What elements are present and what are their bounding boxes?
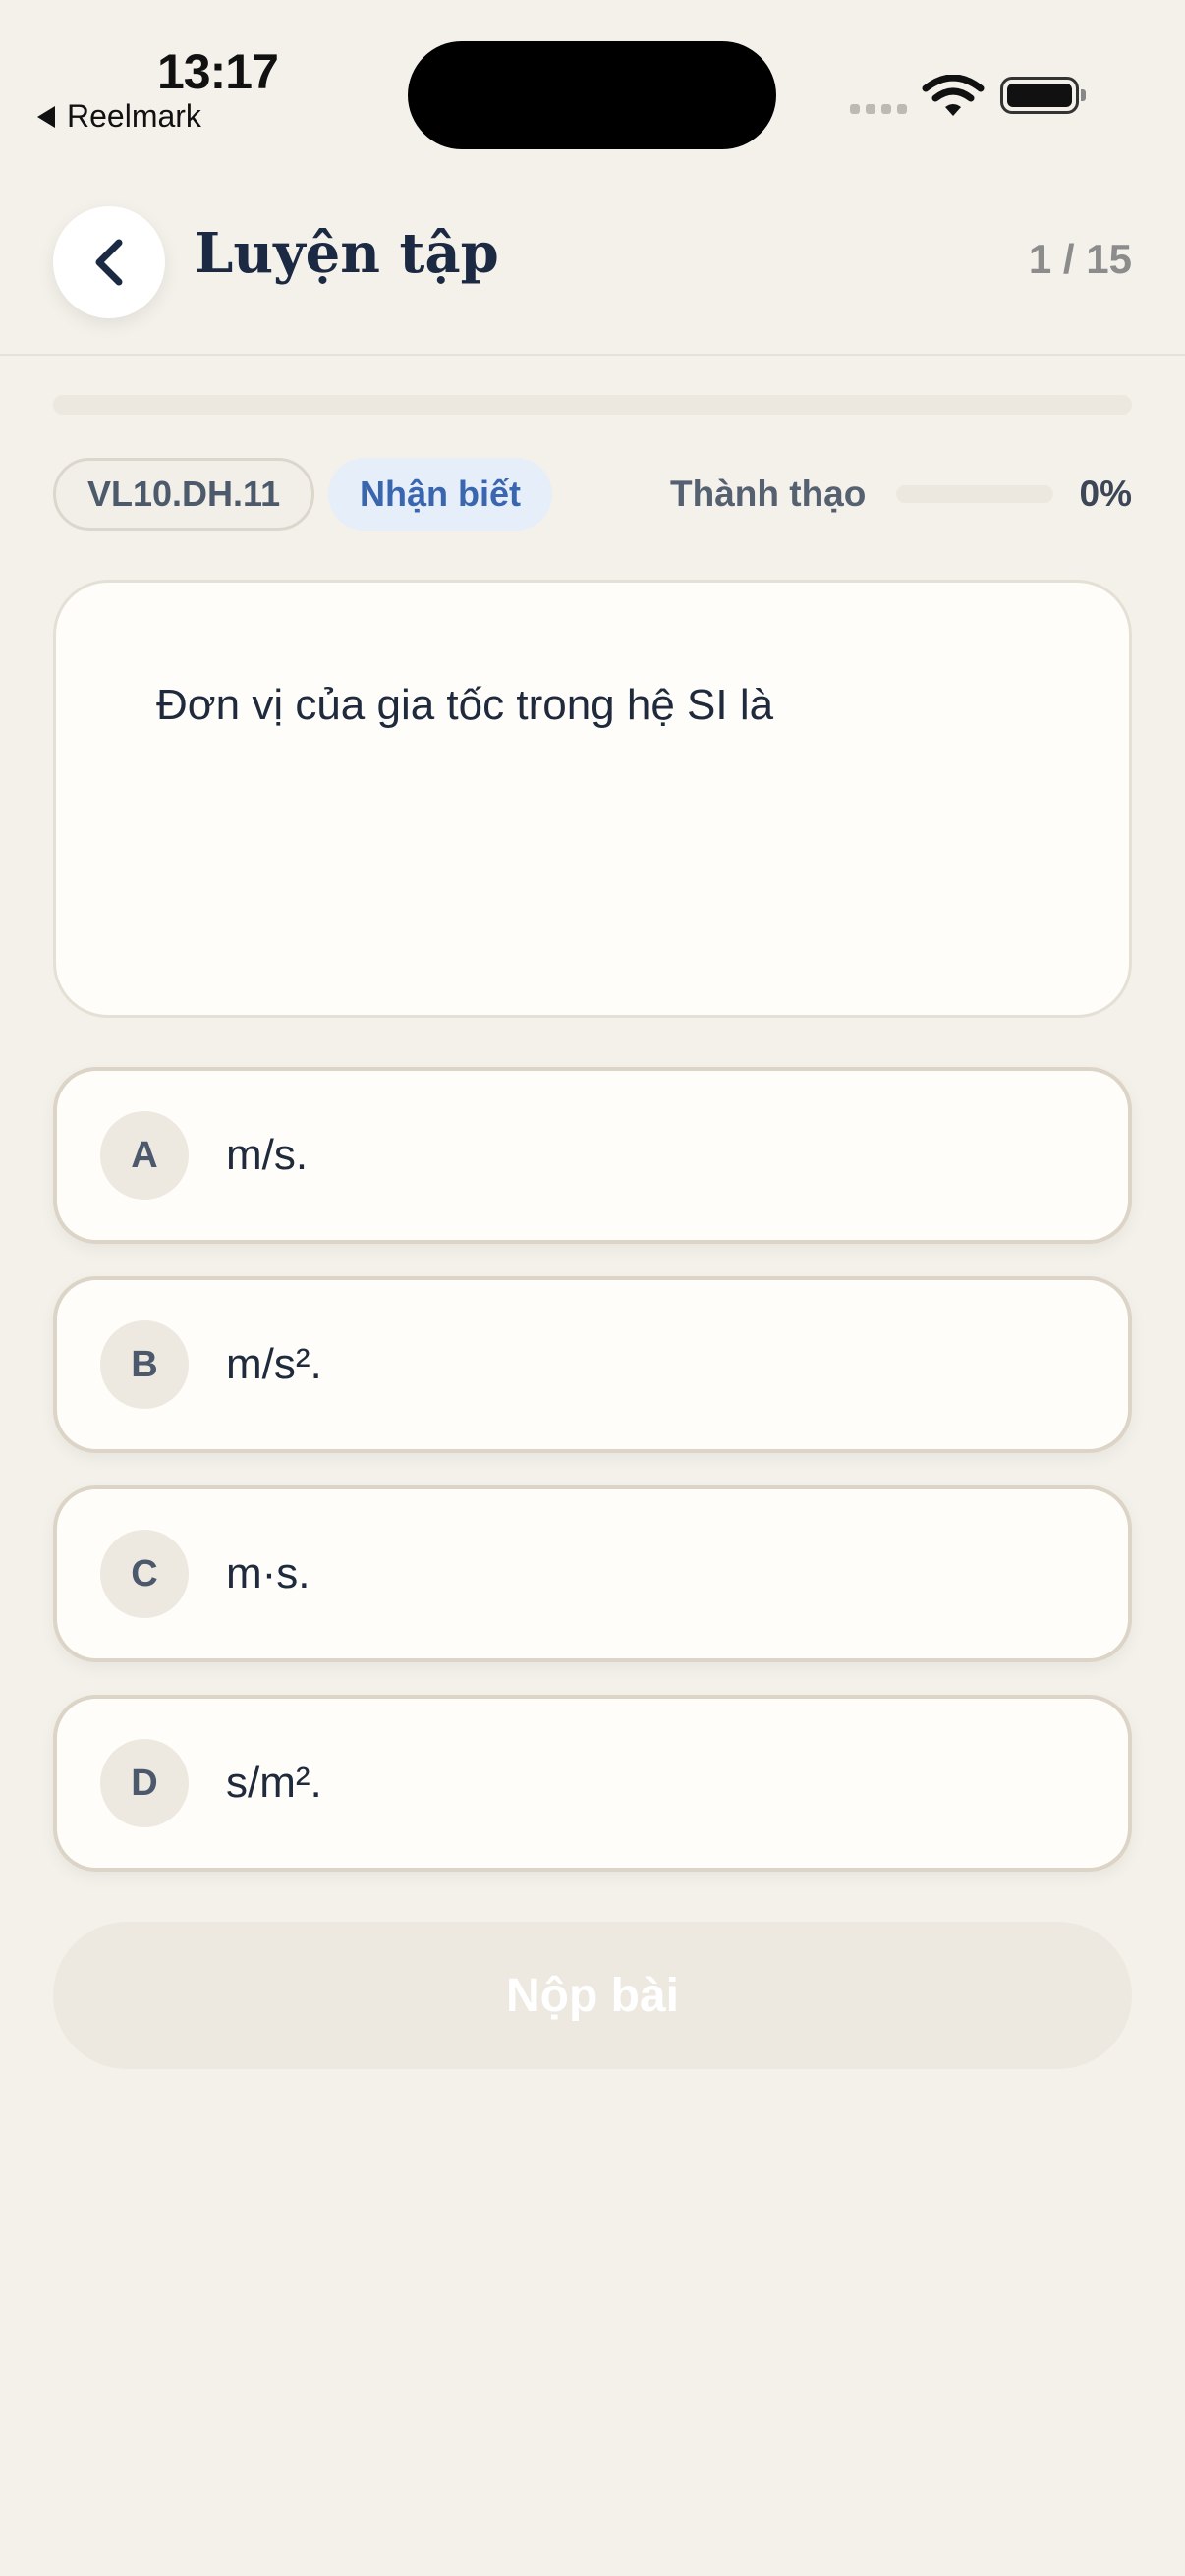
option-letter-badge: B (100, 1320, 189, 1409)
status-time: 13:17 (157, 44, 279, 99)
difficulty-level-tag: Nhận biết (328, 458, 553, 531)
signal-icon (850, 104, 907, 114)
progress-bar (53, 395, 1132, 415)
mastery-value: 0% (1079, 474, 1132, 514)
option-letter-badge: D (100, 1739, 189, 1827)
question-card: Đơn vị của gia tốc trong hệ SI là (53, 580, 1132, 1018)
answer-option-d[interactable]: D s/m². (53, 1695, 1132, 1872)
back-app-label: Reelmark (67, 98, 201, 134)
header-divider (0, 354, 1185, 356)
option-letter-badge: A (100, 1111, 189, 1200)
skill-code-tag: VL10.DH.11 (53, 458, 315, 531)
submit-button[interactable]: Nộp bài (53, 1922, 1132, 2069)
mastery-label: Thành thạo (670, 474, 867, 514)
battery-icon (1000, 77, 1086, 114)
back-button[interactable] (53, 206, 165, 318)
answer-option-c[interactable]: C m·s. (53, 1485, 1132, 1662)
option-letter-badge: C (100, 1530, 189, 1618)
option-text: m/s². (226, 1340, 322, 1388)
option-text: s/m². (226, 1759, 322, 1807)
answer-option-b[interactable]: B m/s². (53, 1276, 1132, 1453)
chevron-left-icon (95, 239, 123, 286)
question-counter: 1 / 15 (1028, 236, 1132, 282)
dynamic-island (408, 41, 776, 149)
option-text: m/s. (226, 1131, 309, 1179)
question-text: Đơn vị của gia tốc trong hệ SI là (156, 681, 774, 729)
mastery-progress-bar (896, 485, 1053, 503)
answer-option-a[interactable]: A m/s. (53, 1067, 1132, 1244)
back-to-app-link[interactable]: Reelmark (37, 98, 201, 135)
option-text: m·s. (226, 1549, 310, 1597)
page-title: Luyện tập (195, 221, 499, 286)
wifi-icon (922, 75, 985, 116)
back-triangle-icon (37, 105, 55, 128)
